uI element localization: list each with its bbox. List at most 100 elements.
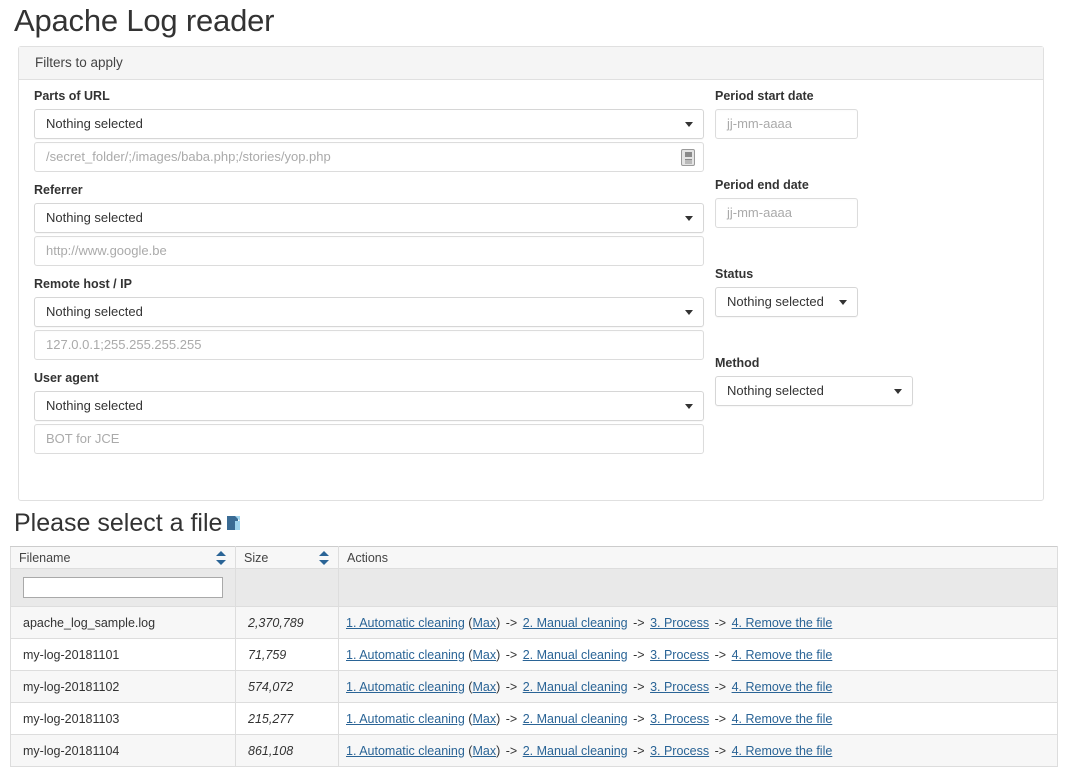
- action-remove-file[interactable]: 4. Remove the file: [732, 648, 833, 662]
- cell-filename: apache_log_sample.log: [10, 606, 236, 639]
- action-max[interactable]: Max: [472, 680, 496, 694]
- label-user-agent: User agent: [34, 371, 99, 385]
- action-process[interactable]: 3. Process: [650, 680, 709, 694]
- filters-panel-body: Parts of URL Nothing selected /secret_fo…: [19, 80, 1043, 500]
- action-remove-file[interactable]: 4. Remove the file: [732, 744, 833, 758]
- input-parts-of-url-placeholder: /secret_folder/;/images/baba.php;/storie…: [46, 149, 331, 164]
- input-remote-host-ip[interactable]: 127.0.0.1;255.255.255.255: [34, 330, 704, 360]
- action-process[interactable]: 3. Process: [650, 616, 709, 630]
- table-row[interactable]: my-log-20181101 71,759 1. Automatic clea…: [10, 638, 1058, 671]
- action-max[interactable]: Max: [472, 744, 496, 758]
- column-header-filename[interactable]: Filename: [10, 546, 236, 569]
- action-separator: ->: [714, 711, 727, 726]
- chevron-down-icon: [685, 310, 693, 315]
- select-method[interactable]: Nothing selected: [715, 376, 913, 406]
- filter-cell-filename: [10, 568, 236, 607]
- action-automatic-cleaning[interactable]: 1. Automatic cleaning: [346, 616, 465, 630]
- action-separator: ->: [714, 647, 727, 662]
- file-table: Filename Size Actions apache_log_sample.…: [10, 546, 1058, 767]
- action-process[interactable]: 3. Process: [650, 648, 709, 662]
- action-manual-cleaning[interactable]: 2. Manual cleaning: [523, 648, 628, 662]
- action-automatic-cleaning[interactable]: 1. Automatic cleaning: [346, 680, 465, 694]
- label-method: Method: [715, 356, 760, 370]
- input-period-start-date[interactable]: jj-mm-aaaa: [715, 109, 858, 139]
- filename-filter-input[interactable]: [23, 577, 223, 598]
- table-row[interactable]: my-log-20181102 574,072 1. Automatic cle…: [10, 670, 1058, 703]
- chevron-down-icon: [685, 216, 693, 221]
- cell-size: 574,072: [235, 670, 339, 703]
- label-parts-of-url: Parts of URL: [34, 89, 110, 103]
- cell-size: 2,370,789: [235, 606, 339, 639]
- action-remove-file[interactable]: 4. Remove the file: [732, 680, 833, 694]
- column-header-size[interactable]: Size: [235, 546, 339, 569]
- filters-panel-header: Filters to apply: [19, 47, 1043, 80]
- select-method-value: Nothing selected: [727, 383, 824, 398]
- input-user-agent[interactable]: BOT for JCE: [34, 424, 704, 454]
- select-referrer-value: Nothing selected: [46, 210, 143, 225]
- cell-actions: 1. Automatic cleaning (Max) -> 2. Manual…: [338, 670, 1058, 703]
- chevron-down-icon: [894, 389, 902, 394]
- action-separator: ->: [505, 679, 518, 694]
- select-remote-host-ip[interactable]: Nothing selected: [34, 297, 704, 327]
- action-max[interactable]: Max: [472, 712, 496, 726]
- cell-actions: 1. Automatic cleaning (Max) -> 2. Manual…: [338, 702, 1058, 735]
- field-group-user-agent: User agent Nothing selected BOT for JCE: [34, 370, 704, 454]
- input-remote-host-ip-placeholder: 127.0.0.1;255.255.255.255: [46, 337, 202, 352]
- app-page: Apache Log reader Filters to apply Parts…: [0, 0, 1068, 775]
- action-process[interactable]: 3. Process: [650, 712, 709, 726]
- action-separator: ->: [505, 647, 518, 662]
- column-header-actions: Actions: [338, 546, 1058, 569]
- action-max[interactable]: Max: [472, 616, 496, 630]
- cell-actions: 1. Automatic cleaning (Max) -> 2. Manual…: [338, 606, 1058, 639]
- field-group-status: Status Nothing selected: [715, 266, 1025, 317]
- action-separator: ->: [714, 743, 727, 758]
- cell-actions: 1. Automatic cleaning (Max) -> 2. Manual…: [338, 638, 1058, 671]
- action-automatic-cleaning[interactable]: 1. Automatic cleaning: [346, 712, 465, 726]
- action-process[interactable]: 3. Process: [650, 744, 709, 758]
- select-parts-of-url[interactable]: Nothing selected: [34, 109, 704, 139]
- input-referrer[interactable]: http://www.google.be: [34, 236, 704, 266]
- table-row[interactable]: my-log-20181104 861,108 1. Automatic cle…: [10, 734, 1058, 767]
- field-group-period-start-date: Period start date jj-mm-aaaa: [715, 88, 1025, 139]
- autofill-icon[interactable]: [681, 149, 695, 166]
- input-period-start-date-placeholder: jj-mm-aaaa: [727, 116, 793, 131]
- action-manual-cleaning[interactable]: 2. Manual cleaning: [523, 680, 628, 694]
- table-row[interactable]: my-log-20181103 215,277 1. Automatic cle…: [10, 702, 1058, 735]
- cell-filename: my-log-20181103: [10, 702, 236, 735]
- action-manual-cleaning[interactable]: 2. Manual cleaning: [523, 744, 628, 758]
- label-period-end-date: Period end date: [715, 178, 809, 192]
- select-status[interactable]: Nothing selected: [715, 287, 858, 317]
- label-status: Status: [715, 267, 754, 281]
- input-period-end-date-placeholder: jj-mm-aaaa: [727, 205, 793, 220]
- cell-size: 861,108: [235, 734, 339, 767]
- sort-icon[interactable]: [319, 550, 330, 565]
- file-table-header-row: Filename Size Actions: [10, 546, 1058, 569]
- action-remove-file[interactable]: 4. Remove the file: [732, 616, 833, 630]
- action-manual-cleaning[interactable]: 2. Manual cleaning: [523, 616, 628, 630]
- input-referrer-placeholder: http://www.google.be: [46, 243, 167, 258]
- sort-icon[interactable]: [216, 550, 227, 565]
- select-user-agent[interactable]: Nothing selected: [34, 391, 704, 421]
- file-section-title-text: Please select a file: [14, 509, 223, 537]
- column-header-filename-label: Filename: [19, 550, 71, 565]
- action-automatic-cleaning[interactable]: 1. Automatic cleaning: [346, 648, 465, 662]
- filter-cell-actions: [338, 568, 1058, 607]
- table-row[interactable]: apache_log_sample.log 2,370,789 1. Autom…: [10, 606, 1058, 639]
- action-automatic-cleaning[interactable]: 1. Automatic cleaning: [346, 744, 465, 758]
- action-remove-file[interactable]: 4. Remove the file: [732, 712, 833, 726]
- action-manual-cleaning[interactable]: 2. Manual cleaning: [523, 712, 628, 726]
- label-remote-host-ip: Remote host / IP: [34, 277, 132, 291]
- file-section-title: Please select a file: [14, 508, 241, 538]
- action-separator: ->: [505, 743, 518, 758]
- action-max[interactable]: Max: [472, 648, 496, 662]
- action-separator: ->: [633, 743, 645, 758]
- action-separator: ->: [633, 615, 645, 630]
- chevron-down-icon: [685, 122, 693, 127]
- cell-size: 71,759: [235, 638, 339, 671]
- label-period-start-date: Period start date: [715, 89, 814, 103]
- file-table-head: Filename Size Actions: [10, 546, 1058, 607]
- input-period-end-date[interactable]: jj-mm-aaaa: [715, 198, 858, 228]
- filter-cell-size: [235, 568, 339, 607]
- input-parts-of-url[interactable]: /secret_folder/;/images/baba.php;/storie…: [34, 142, 704, 172]
- select-referrer[interactable]: Nothing selected: [34, 203, 704, 233]
